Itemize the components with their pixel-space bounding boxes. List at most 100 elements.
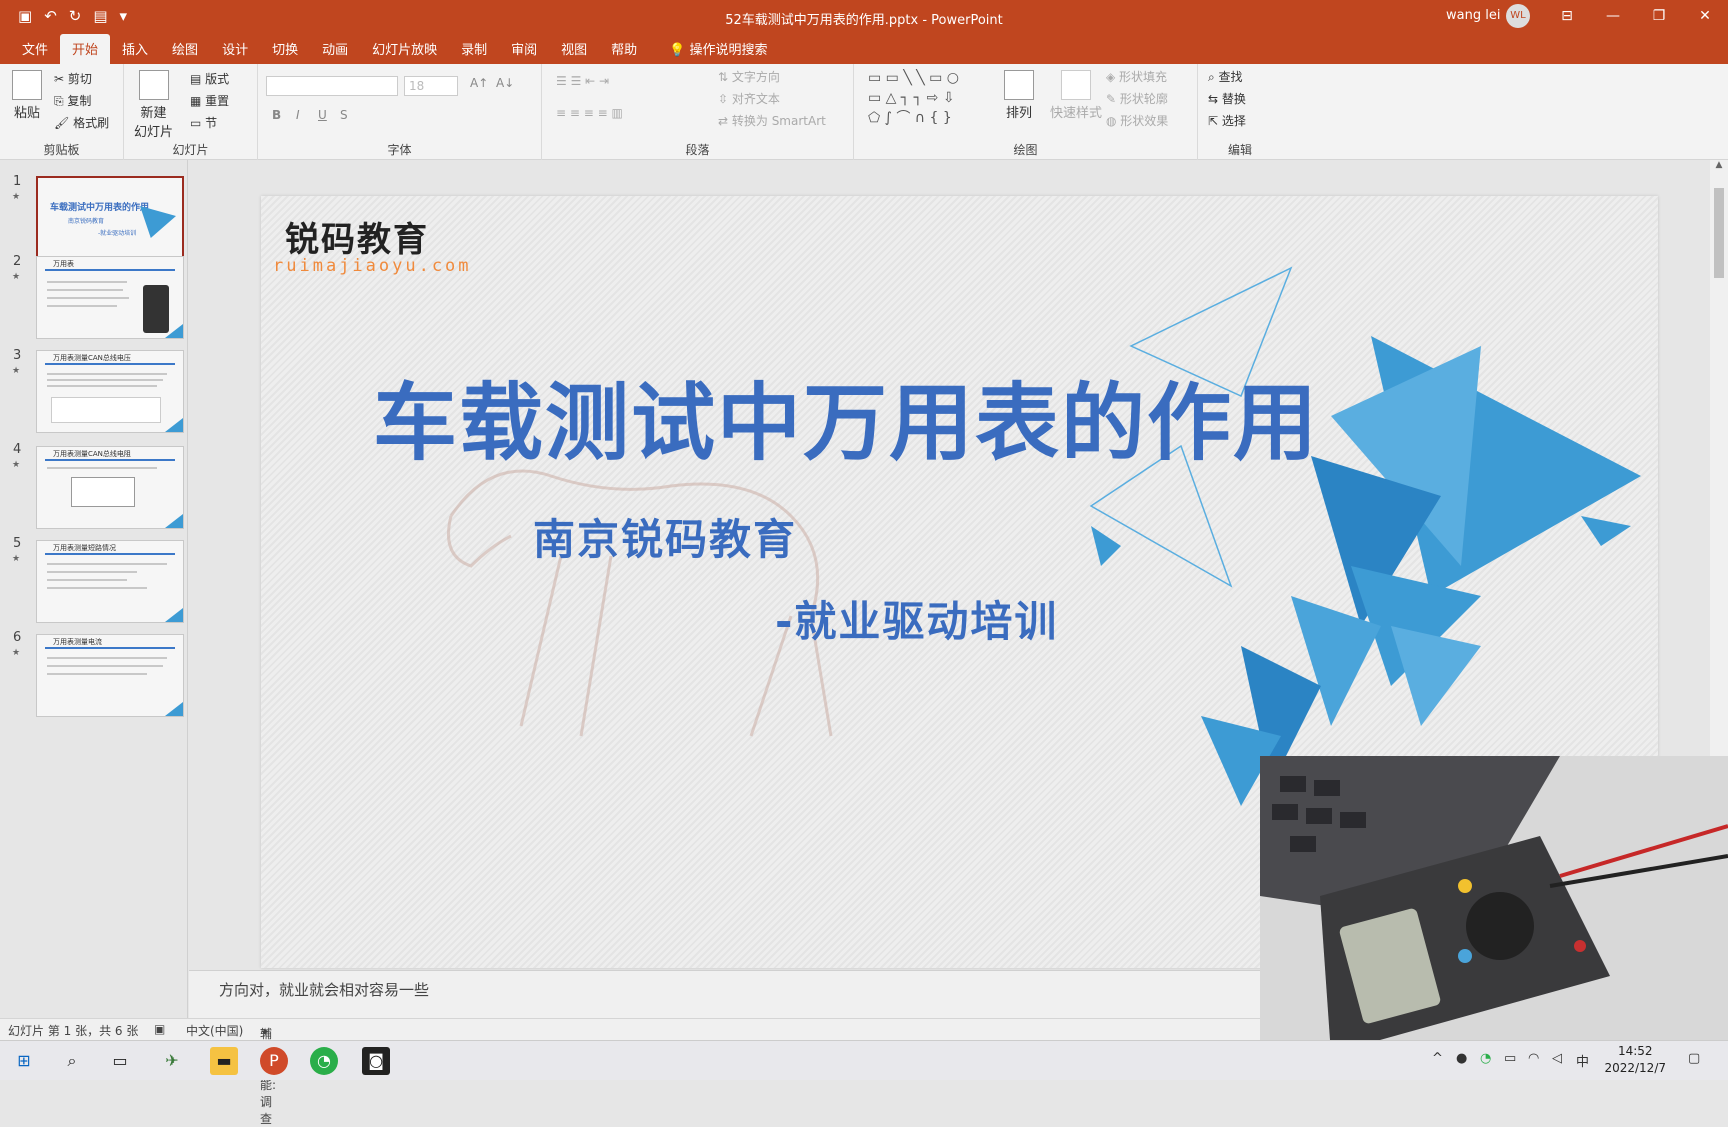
shape-outline-button[interactable]: ✎ 形状轮廓 <box>1106 90 1168 107</box>
thumb-header-bar <box>45 553 175 555</box>
tray-chevron-icon[interactable]: ^ <box>1432 1051 1443 1066</box>
slide-thumbnail-5[interactable]: 万用表测量短路情况 <box>36 540 184 623</box>
tab-animations[interactable]: 动画 <box>310 39 360 64</box>
quick-styles-button[interactable]: 快速样式 <box>1050 70 1102 121</box>
shape-effects-button[interactable]: ◍ 形状效果 <box>1106 112 1168 129</box>
tab-review[interactable]: 审阅 <box>499 39 549 64</box>
shape-fill-button[interactable]: ◈ 形状填充 <box>1106 68 1167 85</box>
bold-button[interactable]: B <box>272 108 281 122</box>
thumb-multimeter-image <box>143 285 169 333</box>
select-button[interactable]: ⇱ 选择 <box>1208 112 1246 129</box>
slide-thumbnail-3[interactable]: 万用表测量CAN总线电压 <box>36 350 184 433</box>
tab-record[interactable]: 录制 <box>449 39 499 64</box>
thumb-number: 6 <box>13 630 22 645</box>
reset-button[interactable]: ▦ 重置 <box>190 92 229 109</box>
grow-font-icon[interactable]: A↑ <box>470 76 488 90</box>
powerpoint-icon[interactable]: P <box>260 1047 288 1075</box>
avatar[interactable]: WL <box>1506 4 1530 28</box>
task-view-icon[interactable]: ▭ <box>106 1047 134 1075</box>
shadow-button[interactable]: S <box>340 108 348 122</box>
slide-thumbnail-1[interactable]: 车载测试中万用表的作用 南京锐码教育 -就业驱动培训 <box>36 176 184 259</box>
replace-button[interactable]: ⇆ 替换 <box>1208 90 1246 107</box>
thumb-number: 3 <box>13 348 22 363</box>
app-bird-icon[interactable]: ✈ <box>158 1047 186 1075</box>
slide-logo-url: ruimajiaoyu.com <box>273 256 472 276</box>
camera-app-icon[interactable]: ◙ <box>362 1047 390 1075</box>
thumb-corner <box>165 608 183 622</box>
slide-title[interactable]: 车载测试中万用表的作用 <box>373 356 1319 477</box>
notes-text[interactable]: 方向对，就业就会相对容易一些 <box>219 979 429 1000</box>
thumb-title: 万用表测量CAN总线电阻 <box>53 450 131 458</box>
thumb-text-line <box>47 373 167 375</box>
tab-view[interactable]: 视图 <box>549 39 599 64</box>
ribbon: 粘贴 ✂ 剪切 ⎘ 复制 🖌 格式刷 剪贴板 新建 幻灯片 ▤ 版式 ▦ 重置 … <box>0 64 1728 160</box>
tab-slideshow[interactable]: 幻灯片放映 <box>360 39 449 64</box>
slide-subtitle-1[interactable]: 南京锐码教育 <box>533 506 797 567</box>
thumb-title: 万用表测量短路情况 <box>53 544 116 552</box>
layout-button[interactable]: ▤ 版式 <box>190 70 229 87</box>
minimize-button[interactable]: — <box>1590 0 1636 34</box>
bullets-icon[interactable]: ☰ ☰ ⇤ ⇥ <box>556 74 609 88</box>
maximize-button[interactable]: ❐ <box>1636 0 1682 34</box>
wechat-tray-icon[interactable]: ◔ <box>1480 1051 1491 1066</box>
language-status[interactable]: 中文(中国) <box>186 1022 243 1039</box>
thumb-subtitle: 南京锐码教育 <box>68 218 105 225</box>
slide-thumbnail-4[interactable]: 万用表测量CAN总线电阻 <box>36 446 184 529</box>
align-icon[interactable]: ≡ ≡ ≡ ≡ ▥ <box>556 106 623 120</box>
thumb-text-line <box>47 657 167 659</box>
copy-button[interactable]: ⎘ 复制 <box>54 92 91 109</box>
search-icon[interactable]: ⌕ <box>58 1047 86 1075</box>
volume-icon[interactable]: ◁ <box>1552 1051 1562 1066</box>
slide-thumbnail-2[interactable]: 万用表 <box>36 256 184 339</box>
new-slide-button[interactable]: 新建 幻灯片 <box>134 70 173 140</box>
format-painter-button[interactable]: 🖌 格式刷 <box>54 114 109 131</box>
tell-me-search[interactable]: 💡 操作说明搜索 <box>649 39 777 64</box>
section-button[interactable]: ▭ 节 <box>190 114 217 131</box>
scroll-up-icon[interactable]: ▲ <box>1710 160 1728 170</box>
tab-home[interactable]: 开始 <box>60 34 111 64</box>
ribbon-display-icon[interactable]: ⊟ <box>1544 0 1590 34</box>
battery-icon[interactable]: ▭ <box>1504 1051 1516 1066</box>
tab-draw[interactable]: 绘图 <box>160 39 210 64</box>
tab-insert[interactable]: 插入 <box>110 39 160 64</box>
font-name-input[interactable] <box>266 76 398 96</box>
italic-button[interactable]: I <box>296 108 300 122</box>
multimeter-photo <box>1260 756 1728 1040</box>
font-size-input[interactable]: 18 <box>404 76 458 96</box>
slide-thumbnails-pane[interactable]: 1 ★ 车载测试中万用表的作用 南京锐码教育 -就业驱动培训 2 ★ 万用表 3… <box>0 160 188 1018</box>
ime-indicator[interactable]: 中 <box>1576 1051 1589 1070</box>
tab-file[interactable]: 文件 <box>10 39 60 64</box>
shapes-gallery[interactable]: ▭ ▭ ╲ ╲ ▭ ○ ▭ △ ┐ ┐ ⇨ ⇩ ⬠ ∫ ⌒ ∩ { } <box>868 68 959 128</box>
notification-icon[interactable]: ▢ <box>1688 1051 1700 1066</box>
font-label: 字体 <box>387 143 412 157</box>
microphone-icon[interactable]: ● <box>1456 1051 1467 1066</box>
thumb-text-line <box>47 467 157 469</box>
scroll-thumb[interactable] <box>1714 188 1724 278</box>
wechat-icon[interactable]: ◔ <box>310 1047 338 1075</box>
thumb-text-line <box>47 587 147 589</box>
shrink-font-icon[interactable]: A↓ <box>496 76 514 90</box>
close-button[interactable]: ✕ <box>1682 0 1728 34</box>
slide-logo-text: 锐码教育 <box>285 220 429 260</box>
user-name[interactable]: wang lei <box>1446 8 1500 23</box>
tab-design[interactable]: 设计 <box>210 39 260 64</box>
tab-help[interactable]: 帮助 <box>599 39 649 64</box>
tab-transitions[interactable]: 切换 <box>260 39 310 64</box>
underline-button[interactable]: U <box>318 108 327 122</box>
thumb-text-line <box>47 289 123 291</box>
system-clock[interactable]: 14:52 2022/12/7 <box>1604 1043 1666 1077</box>
paste-button[interactable]: 粘贴 <box>12 70 42 121</box>
align-text-button[interactable]: ⇳ 对齐文本 <box>718 90 780 107</box>
convert-smartart-button[interactable]: ⇄ 转换为 SmartArt <box>718 112 826 129</box>
slide-subtitle-2[interactable]: -就业驱动培训 <box>775 588 1058 649</box>
arrange-button[interactable]: 排列 <box>1004 70 1034 121</box>
wifi-icon[interactable]: ◠ <box>1528 1051 1539 1066</box>
file-explorer-icon[interactable]: ▬ <box>210 1047 238 1075</box>
slide-thumbnail-6[interactable]: 万用表测量电流 <box>36 634 184 717</box>
find-button[interactable]: ⌕ 查找 <box>1208 68 1243 85</box>
windows-start-icon[interactable]: ⊞ <box>10 1047 38 1075</box>
cut-button[interactable]: ✂ 剪切 <box>54 70 92 87</box>
slide-count-status[interactable]: 幻灯片 第 1 张，共 6 张 <box>8 1022 138 1039</box>
text-direction-button[interactable]: ⇅ 文字方向 <box>718 68 780 85</box>
spellcheck-icon[interactable]: ▣ <box>154 1022 165 1036</box>
